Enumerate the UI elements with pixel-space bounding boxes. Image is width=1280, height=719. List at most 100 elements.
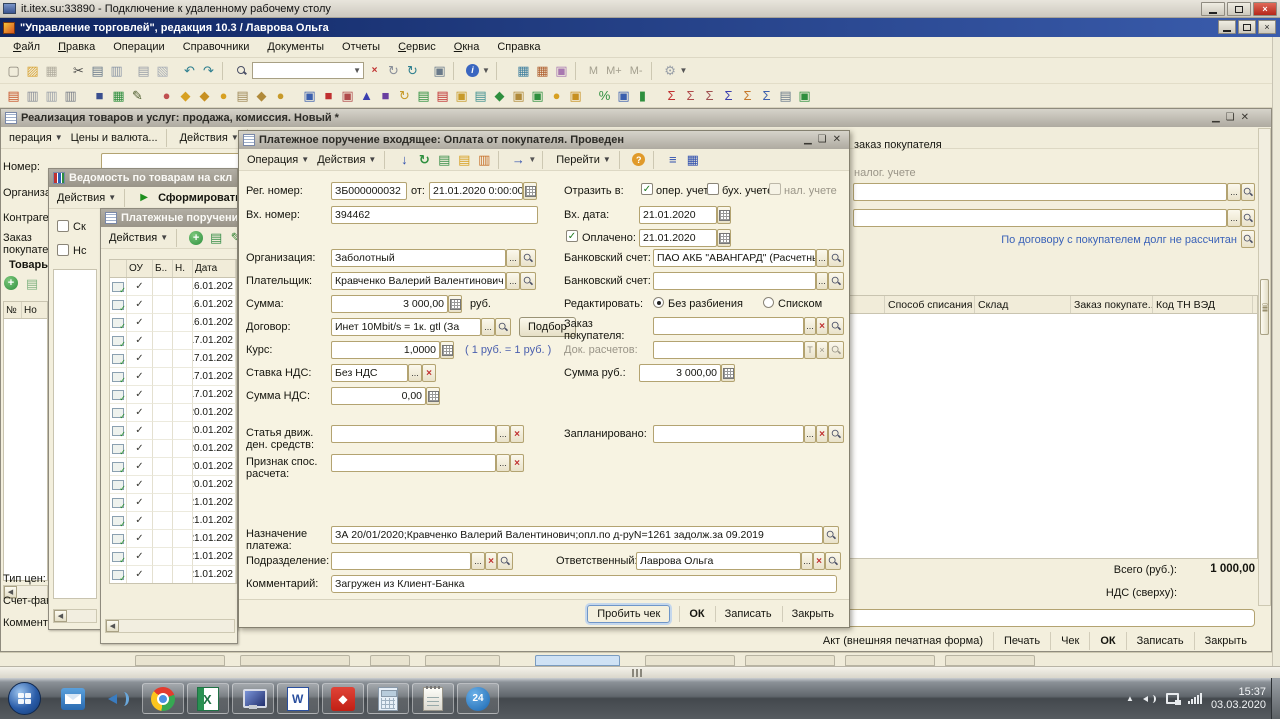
col-ou[interactable]: ОУ: [127, 260, 153, 277]
coins-pair-icon[interactable]: ●: [547, 86, 566, 105]
coins-doc-icon[interactable]: ▣: [452, 86, 471, 105]
users-icon[interactable]: ▣: [552, 61, 571, 80]
payment-row[interactable]: ✓ 20.01.202: [110, 476, 236, 494]
info-icon[interactable]: i: [463, 61, 482, 80]
undo-icon[interactable]: ↶: [180, 61, 199, 80]
cashbox-icon[interactable]: ▦: [109, 86, 128, 105]
calendar-button[interactable]: [523, 182, 537, 200]
choose-button[interactable]: ...: [804, 317, 816, 335]
realization-vscrollbar[interactable]: [1258, 128, 1271, 606]
mdi-window-tab-active[interactable]: [535, 655, 620, 666]
mdi-window-tab[interactable]: [370, 655, 410, 666]
menu-operations[interactable]: Операции: [104, 39, 173, 55]
lookup-button[interactable]: [825, 552, 841, 570]
payment-row[interactable]: ✓ 21.01.202: [110, 530, 236, 548]
clear-button[interactable]: ×: [422, 364, 436, 382]
open-based-icon[interactable]: [508, 150, 528, 169]
person-doc-icon[interactable]: ▣: [614, 86, 633, 105]
list-icon[interactable]: [663, 150, 683, 169]
col-date[interactable]: Дата: [193, 260, 236, 277]
money-column-icon[interactable]: ▣: [509, 86, 528, 105]
taskbar-rdp-icon[interactable]: [232, 683, 274, 714]
payer-field[interactable]: Кравченко Валерий Валентинович 9: [331, 272, 506, 290]
vedomost-hscrollbar[interactable]: ◀: [53, 609, 97, 623]
edit-pencil-icon[interactable]: [226, 228, 238, 247]
realization-button[interactable]: Записать: [1126, 632, 1194, 650]
chevron-down-icon[interactable]: ▼: [482, 66, 492, 75]
menu-documents[interactable]: Документы: [258, 39, 333, 55]
calendar-button[interactable]: [717, 229, 731, 247]
scrollbar-thumb[interactable]: [1260, 279, 1269, 335]
cart-sale-icon[interactable]: ◆: [195, 86, 214, 105]
phone-icon[interactable]: ▮: [633, 86, 652, 105]
items-column-header[interactable]: Заказ покупате...: [1071, 296, 1153, 313]
calendar-icon[interactable]: ▦: [533, 61, 552, 80]
realization-prices-button[interactable]: Цены и валюта...: [67, 130, 162, 146]
oper-checkbox[interactable]: ✓: [641, 183, 653, 195]
tray-volume-icon[interactable]: [1143, 693, 1157, 705]
planned-field[interactable]: [653, 425, 804, 443]
tray-network-icon[interactable]: [1166, 693, 1179, 704]
taskbar-mail-icon[interactable]: [52, 683, 94, 714]
dialog-operation-menu[interactable]: Операция▼: [243, 152, 313, 168]
payments-actions-menu[interactable]: Действия▼: [105, 230, 172, 246]
menu-windows[interactable]: Окна: [445, 39, 489, 55]
app-restore-button[interactable]: [1238, 20, 1256, 34]
dialog-actions-menu[interactable]: Действия▼: [313, 152, 380, 168]
choose-button[interactable]: ...: [496, 454, 510, 472]
save-button[interactable]: Записать: [715, 606, 781, 622]
dialog-comment-field[interactable]: Загружен из Клиент-Банка: [331, 575, 837, 593]
post-document-icon[interactable]: [394, 150, 414, 169]
settlement-field[interactable]: [331, 454, 496, 472]
taskbar-excel-icon[interactable]: [187, 683, 229, 714]
coins-icon[interactable]: ●: [214, 86, 233, 105]
bank-account1-field[interactable]: ПАО АКБ "АВАНГАРД" (Расчетный): [653, 249, 816, 267]
taskbar-clock[interactable]: 15:37 03.03.2020: [1211, 686, 1266, 712]
new-doc-icon[interactable]: ▢: [4, 61, 23, 80]
calendar-button[interactable]: [717, 206, 731, 224]
mdi-window-tab[interactable]: [135, 655, 225, 666]
print-doc-icon[interactable]: ▤: [4, 86, 23, 105]
show-desktop-button[interactable]: [1271, 678, 1280, 719]
printer-copy-icon[interactable]: ▥: [42, 86, 61, 105]
clear-button[interactable]: ×: [813, 552, 825, 570]
people-icon[interactable]: ■: [90, 86, 109, 105]
print-check-button[interactable]: Пробить чек: [587, 605, 670, 623]
menu-reports[interactable]: Отчеты: [333, 39, 389, 55]
sum-rub-field[interactable]: 3 000,00: [639, 364, 721, 382]
restore-icon[interactable]: ❏: [1226, 112, 1235, 123]
responsible-field[interactable]: Лаврова Ольга: [636, 552, 801, 570]
payment-row[interactable]: ✓ 20.01.202: [110, 404, 236, 422]
mdi-window-tab[interactable]: [240, 655, 350, 666]
taskbar-notepad-icon[interactable]: [412, 683, 454, 714]
copy-icon[interactable]: ▤: [88, 61, 107, 80]
app-minimize-button[interactable]: [1218, 20, 1236, 34]
copy-icon[interactable]: [206, 228, 226, 247]
radio-no-split[interactable]: [653, 297, 664, 308]
menu-edit[interactable]: Правка: [49, 39, 104, 55]
sum-field[interactable]: 3 000,00: [331, 295, 448, 313]
exchange-doc-icon[interactable]: ▤: [471, 86, 490, 105]
organization-field[interactable]: Заболотный: [331, 249, 506, 267]
lookup-button[interactable]: [828, 425, 844, 443]
toolbar-grip[interactable]: [632, 669, 642, 677]
lookup-button[interactable]: [520, 272, 536, 290]
items-column-header[interactable]: Способ списания: [885, 296, 975, 313]
taskbar-calculator-icon[interactable]: [367, 683, 409, 714]
sale-doc-icon[interactable]: ■: [319, 86, 338, 105]
buyer-doc-icon[interactable]: ▣: [300, 86, 319, 105]
clear-button[interactable]: ×: [816, 425, 828, 443]
lookup-button[interactable]: [828, 317, 844, 335]
find-forward-icon[interactable]: ↻: [403, 61, 422, 80]
memory-mminus-button[interactable]: М-: [626, 65, 647, 77]
print-preview-icon[interactable]: ▧: [153, 61, 172, 80]
money-cycle-icon[interactable]: ↻: [395, 86, 414, 105]
clear-button[interactable]: ×: [816, 317, 828, 335]
open-folder-icon[interactable]: ▨: [23, 61, 42, 80]
choose-button[interactable]: ...: [801, 552, 813, 570]
doc-green-icon[interactable]: ▤: [414, 86, 433, 105]
ok-button[interactable]: ОК: [679, 606, 713, 622]
buyer-return-icon[interactable]: ▣: [338, 86, 357, 105]
vedomost-actions-menu[interactable]: Действия▼: [53, 190, 120, 206]
recalc-debt-button[interactable]: [1241, 230, 1255, 248]
